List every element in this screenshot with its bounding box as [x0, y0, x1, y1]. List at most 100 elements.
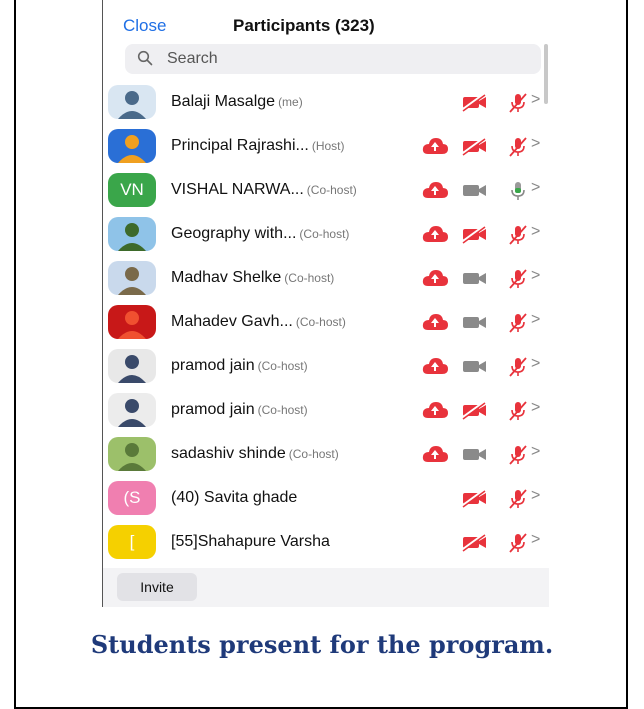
page-title: Participants (323) — [233, 16, 375, 35]
cloud-record-icon — [421, 224, 449, 249]
participant-name-text: Balaji Masalge — [171, 93, 276, 110]
avatar: (S — [108, 481, 156, 515]
participant-row[interactable]: [ [55]Shahapure Varsha > — [103, 520, 549, 564]
participant-row[interactable]: Madhav Shelke (Co-host) > — [103, 256, 549, 300]
avatar — [108, 437, 156, 471]
cloud-record-icon — [421, 400, 449, 425]
participant-name-text: Geography with... — [171, 225, 297, 242]
mic-muted-icon[interactable] — [507, 136, 529, 163]
mic-on-icon[interactable] — [507, 180, 529, 207]
figure-caption: Students present for the program. — [90, 630, 554, 659]
participant-row[interactable]: Mahadev Gavh... (Co-host) > — [103, 300, 549, 344]
mic-muted-icon[interactable] — [507, 356, 529, 383]
bottom-bar: Invite — [103, 568, 549, 607]
participant-role: (Co-host) — [257, 359, 308, 373]
chevron-right-icon: > — [531, 487, 541, 504]
chevron-right-icon: > — [531, 179, 541, 196]
participant-row[interactable]: sadashiv shinde (Co-host) > — [103, 432, 549, 476]
avatar — [108, 261, 156, 295]
video-off-icon[interactable] — [460, 488, 490, 513]
avatar — [108, 85, 156, 119]
participant-role: (Host) — [311, 139, 345, 153]
participant-role: (Co-host) — [288, 447, 339, 461]
participant-role: (Co-host) — [295, 315, 346, 329]
participant-name: VISHAL NARWA... (Co-host) — [171, 181, 357, 199]
chevron-right-icon: > — [531, 443, 541, 460]
mic-muted-icon[interactable] — [507, 532, 529, 559]
mic-muted-icon[interactable] — [507, 268, 529, 295]
cloud-record-icon — [421, 356, 449, 381]
avatar — [108, 305, 156, 339]
video-on-icon[interactable] — [460, 356, 490, 381]
video-off-icon[interactable] — [460, 224, 490, 249]
avatar: VN — [108, 173, 156, 207]
participant-list: Balaji Masalge (me) > Principal Rajrashi...… — [103, 80, 549, 564]
chevron-right-icon: > — [531, 91, 541, 108]
video-on-icon[interactable] — [460, 268, 490, 293]
chevron-right-icon: > — [531, 531, 541, 548]
participant-row[interactable]: pramod jain (Co-host) > — [103, 344, 549, 388]
participant-row[interactable]: Geography with... (Co-host) > — [103, 212, 549, 256]
cloud-record-icon — [421, 312, 449, 337]
mic-muted-icon[interactable] — [507, 224, 529, 251]
search-input[interactable]: Search — [125, 44, 541, 74]
participant-name-text: VISHAL NARWA... — [171, 181, 304, 198]
video-off-icon[interactable] — [460, 532, 490, 557]
participant-name: Principal Rajrashi... (Host) — [171, 137, 345, 155]
participant-role: (Co-host) — [306, 183, 357, 197]
participant-row[interactable]: Principal Rajrashi... (Host) > — [103, 124, 549, 168]
participant-name: Geography with... (Co-host) — [171, 225, 349, 243]
top-bar: Close Participants (323) — [103, 0, 549, 44]
participant-name: pramod jain (Co-host) — [171, 357, 308, 375]
participant-row[interactable]: pramod jain (Co-host) > — [103, 388, 549, 432]
avatar: [ — [108, 525, 156, 559]
participant-row[interactable]: (S (40) Savita ghade > — [103, 476, 549, 520]
participant-name: Balaji Masalge (me) — [171, 93, 303, 111]
video-on-icon[interactable] — [460, 444, 490, 469]
participant-name-text: pramod jain — [171, 401, 255, 418]
chevron-right-icon: > — [531, 135, 541, 152]
avatar — [108, 217, 156, 251]
participant-name-text: (40) Savita ghade — [171, 489, 298, 506]
participant-row[interactable]: Balaji Masalge (me) > — [103, 80, 549, 124]
mic-muted-icon[interactable] — [507, 488, 529, 515]
participant-role: (Co-host) — [257, 403, 308, 417]
cloud-record-icon — [421, 136, 449, 161]
video-on-icon[interactable] — [460, 312, 490, 337]
avatar — [108, 129, 156, 163]
video-off-icon[interactable] — [460, 92, 490, 117]
participant-name-text: Principal Rajrashi... — [171, 137, 309, 154]
mic-muted-icon[interactable] — [507, 92, 529, 119]
participant-row[interactable]: VN VISHAL NARWA... (Co-host) > — [103, 168, 549, 212]
participant-name: [55]Shahapure Varsha — [171, 533, 330, 551]
participant-name-text: [55]Shahapure Varsha — [171, 533, 330, 550]
chevron-right-icon: > — [531, 399, 541, 416]
avatar — [108, 349, 156, 383]
participant-name: Madhav Shelke (Co-host) — [171, 269, 334, 287]
participants-panel: Close Participants (323) Search Balaji M… — [102, 0, 549, 607]
avatar — [108, 393, 156, 427]
mic-muted-icon[interactable] — [507, 444, 529, 471]
participant-name-text: Madhav Shelke — [171, 269, 282, 286]
invite-button[interactable]: Invite — [117, 573, 197, 601]
participant-name-text: pramod jain — [171, 357, 255, 374]
chevron-right-icon: > — [531, 267, 541, 284]
participant-name: sadashiv shinde (Co-host) — [171, 445, 339, 463]
participant-name-text: sadashiv shinde — [171, 445, 286, 462]
cloud-record-icon — [421, 180, 449, 205]
video-on-icon[interactable] — [460, 180, 490, 205]
participant-name-text: Mahadev Gavh... — [171, 313, 293, 330]
cloud-record-icon — [421, 268, 449, 293]
chevron-right-icon: > — [531, 311, 541, 328]
cloud-record-icon — [421, 444, 449, 469]
participant-role: (Co-host) — [284, 271, 335, 285]
video-off-icon[interactable] — [460, 136, 490, 161]
video-off-icon[interactable] — [460, 400, 490, 425]
mic-muted-icon[interactable] — [507, 312, 529, 339]
search-icon — [137, 50, 153, 66]
close-button[interactable]: Close — [123, 16, 166, 36]
chevron-right-icon: > — [531, 355, 541, 372]
mic-muted-icon[interactable] — [507, 400, 529, 427]
search-placeholder: Search — [167, 50, 218, 67]
chevron-right-icon: > — [531, 223, 541, 240]
